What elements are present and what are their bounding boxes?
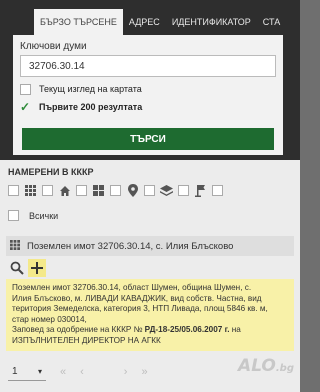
- watermark-suffix: .bg: [275, 363, 294, 374]
- current-view-checkbox[interactable]: [20, 83, 31, 95]
- layers-icon[interactable]: [160, 184, 173, 197]
- parcel-grid-icon: [10, 239, 20, 253]
- keywords-label: Ключови думи: [20, 41, 87, 52]
- layer-checkbox[interactable]: [76, 185, 87, 196]
- description-line: Поземлен имот 32706.30.14, област Шумен,…: [12, 283, 252, 292]
- layer-filter-row: [8, 184, 223, 197]
- layer-checkbox[interactable]: [178, 185, 189, 196]
- result-item-tools: [6, 258, 46, 278]
- result-item-header[interactable]: Поземлен имот 32706.30.14, с. Илия Блъск…: [6, 236, 294, 256]
- checkmark-icon[interactable]: ✓: [20, 100, 31, 114]
- keywords-input[interactable]: [20, 55, 276, 77]
- apartment-grid-icon[interactable]: [92, 184, 105, 197]
- quick-search-form: Ключови думи Текущ изглед на картата ✓ П…: [13, 35, 283, 155]
- parcel-grid-icon[interactable]: [24, 184, 37, 197]
- order-issuer-line: ИЗПЪЛНИТЕЛЕН ДИРЕКТОР НА АГКК: [12, 335, 161, 345]
- approval-order-line: Заповед за одобрение на КККР № РД-18-25/…: [12, 325, 288, 336]
- location-pin-icon[interactable]: [126, 184, 139, 197]
- select-all-label: Всички: [29, 210, 59, 221]
- prev-page-icon[interactable]: ‹: [80, 366, 84, 378]
- tab-identifier[interactable]: ИДЕНТИФИКАТОР: [166, 9, 257, 35]
- first200-option[interactable]: ✓ Първите 200 резултата: [20, 100, 142, 114]
- home-icon[interactable]: [58, 184, 71, 197]
- order-suffix: на: [229, 325, 241, 334]
- add-plus-icon[interactable]: [28, 259, 46, 277]
- chevron-down-icon: ▾: [37, 367, 42, 376]
- results-title: НАМЕРЕНИ В КККР: [8, 167, 94, 177]
- description-line: територия Земеделска, категория 3, НТП Л…: [12, 304, 268, 313]
- result-item-title: Поземлен имот 32706.30.14, с. Илия Блъск…: [27, 240, 234, 252]
- page-number: 1: [12, 366, 18, 377]
- alo-watermark: ALO.bg: [238, 356, 294, 376]
- select-all-checkbox[interactable]: [8, 210, 19, 221]
- flag-marker-icon[interactable]: [194, 184, 207, 197]
- select-all-row[interactable]: Всички: [8, 210, 58, 221]
- first200-label: Първите 200 резултата: [39, 102, 143, 112]
- last-page-icon[interactable]: »: [141, 366, 147, 378]
- order-number: РД-18-25/05.06.2007 г.: [144, 325, 230, 334]
- results-panel: НАМЕРЕНИ В КККР Всички Поземлен имот 327…: [0, 160, 300, 392]
- tab-quick-search[interactable]: БЪРЗО ТЪРСЕНЕ: [34, 9, 123, 35]
- layer-checkbox[interactable]: [144, 185, 155, 196]
- first-page-icon[interactable]: «: [60, 366, 66, 378]
- layer-checkbox[interactable]: [110, 185, 121, 196]
- layer-checkbox[interactable]: [212, 185, 223, 196]
- watermark-main: ALO: [238, 356, 276, 376]
- description-line: Илия Блъсково, м. ЛИВАДИ КАВАДЖИК, вид с…: [12, 293, 262, 303]
- search-tabs: БЪРЗО ТЪРСЕНЕ АДРЕС ИДЕНТИФИКАТОР СТА: [34, 9, 286, 35]
- next-page-icon[interactable]: ›: [124, 366, 128, 378]
- layer-checkbox[interactable]: [42, 185, 53, 196]
- zoom-to-icon[interactable]: [8, 259, 26, 277]
- description-line: стар номер 030014,: [12, 314, 87, 324]
- search-panel: БЪРЗО ТЪРСЕНЕ АДРЕС ИДЕНТИФИКАТОР СТА Кл…: [0, 0, 300, 160]
- select-all-layers-checkbox[interactable]: [8, 185, 19, 196]
- order-prefix: Заповед за одобрение на КККР №: [12, 325, 145, 334]
- tab-old[interactable]: СТА: [257, 9, 286, 35]
- search-button[interactable]: ТЪРСИ: [22, 128, 274, 150]
- result-description: Поземлен имот 32706.30.14, област Шумен,…: [6, 279, 294, 351]
- page-select[interactable]: 1 ▾: [8, 363, 46, 381]
- current-view-label: Текущ изглед на картата: [39, 84, 142, 94]
- current-view-option[interactable]: Текущ изглед на картата: [20, 82, 142, 96]
- tab-address[interactable]: АДРЕС: [123, 9, 166, 35]
